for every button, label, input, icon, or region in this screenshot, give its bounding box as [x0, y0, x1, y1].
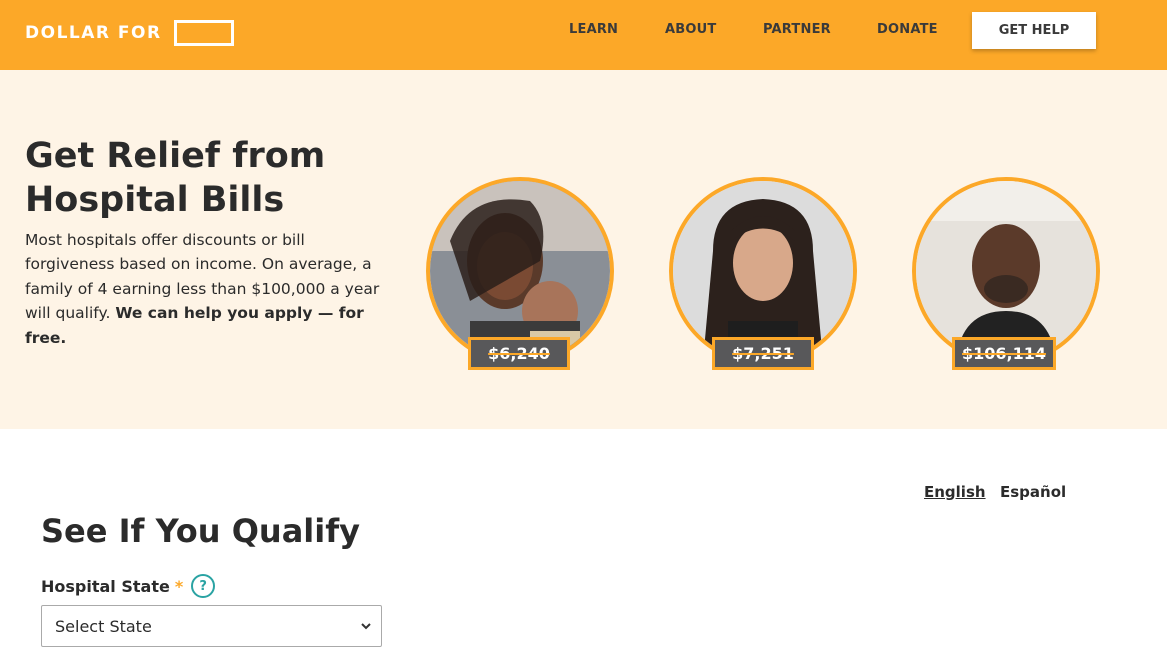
language-english-link[interactable]: English — [924, 483, 986, 501]
hospital-state-label-text: Hospital State — [41, 576, 170, 596]
logo[interactable]: DOLLAR FOR — [25, 20, 234, 46]
savings-tag-1: $6,240 — [468, 337, 570, 370]
logo-box — [173, 20, 234, 46]
savings-amount-2: $7,251 — [732, 344, 794, 363]
savings-tag-2: $7,251 — [712, 337, 814, 370]
form-title: See If You Qualify — [41, 512, 360, 550]
testimonial-person-1: $6,240 — [426, 177, 616, 372]
savings-amount-3: $106,114 — [961, 344, 1046, 363]
testimonial-person-3: $106,114 — [912, 177, 1102, 372]
hospital-state-label: Hospital State * ? — [41, 574, 216, 598]
question-circle-icon[interactable]: ? — [191, 574, 216, 598]
hero-title: Get Relief from Hospital Bills — [25, 136, 326, 220]
site-header: DOLLAR FOR LEARN ABOUT PARTNER DONATE GE… — [0, 0, 1167, 70]
nav-learn[interactable]: LEARN — [569, 22, 618, 37]
person-photo-1-image — [430, 181, 610, 361]
nav-donate[interactable]: DONATE — [877, 22, 938, 37]
hospital-state-select[interactable]: Select State — [41, 605, 382, 647]
testimonial-person-2: $7,251 — [669, 177, 859, 372]
logo-text: DOLLAR FOR — [25, 23, 162, 43]
person-photo-3-image — [916, 181, 1096, 361]
chevron-down-icon — [361, 623, 371, 630]
savings-tag-3: $106,114 — [952, 337, 1056, 370]
nav-about[interactable]: ABOUT — [665, 22, 716, 37]
hero-description: Most hospitals offer discounts or bill f… — [25, 228, 385, 350]
get-help-button[interactable]: GET HELP — [972, 12, 1096, 49]
language-spanish-link[interactable]: Español — [1000, 483, 1066, 501]
hospital-state-select-value: Select State — [55, 616, 152, 636]
required-marker: * — [174, 576, 184, 596]
person-photo-2-image — [673, 181, 853, 361]
hero-section: Get Relief from Hospital Bills Most hosp… — [0, 70, 1167, 429]
savings-amount-1: $6,240 — [488, 344, 550, 363]
nav-partner[interactable]: PARTNER — [763, 22, 831, 37]
